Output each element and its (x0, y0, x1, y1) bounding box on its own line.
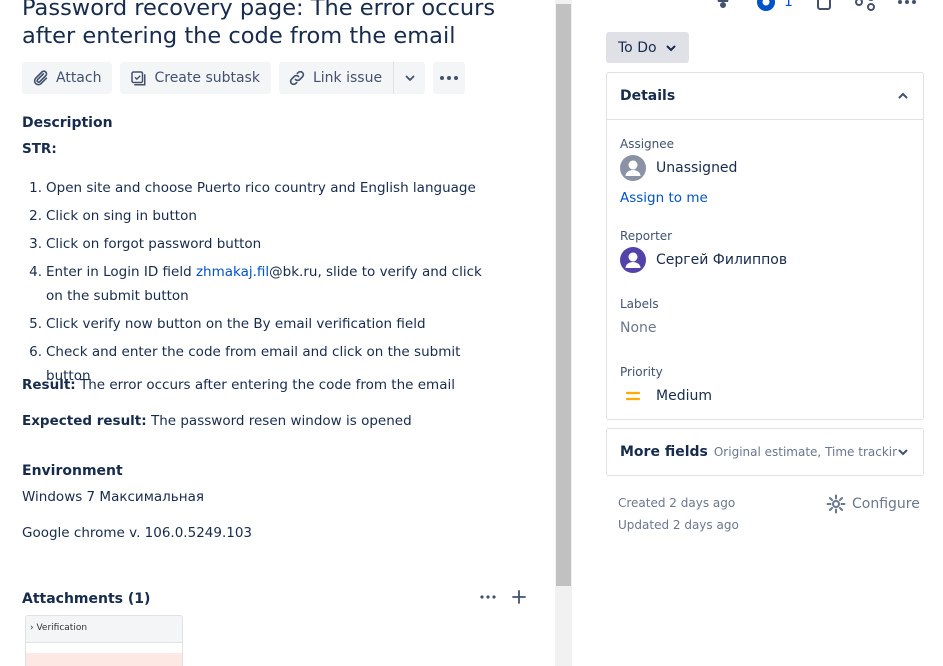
create-subtask-button[interactable]: Create subtask (120, 62, 271, 94)
issue-toolbar: Attach Create subtask Link issue (22, 62, 466, 94)
chevron-up-icon (898, 92, 908, 99)
str-label: STR: (22, 141, 57, 157)
list-item: 3. Click on forgot password button (29, 236, 262, 252)
chevron-down-icon (405, 75, 414, 82)
more-fields-subtitle: Original estimate, Time tracking, ... (713, 445, 897, 459)
chevron-down-icon (898, 449, 908, 456)
assign-to-me-link[interactable]: Assign to me (620, 190, 708, 206)
details-panel: Details Assignee Unassigned Assign to me… (606, 72, 924, 420)
reporter-value: Сергей Филиппов (656, 252, 788, 268)
steps-list: 1. Open site and choose Puerto rico count… (22, 176, 492, 392)
environment-line-2: Google chrome v. 106.0.5249.103 (22, 525, 253, 541)
watch-count: 1 (784, 0, 793, 10)
more-icon (440, 76, 459, 80)
user-icon (625, 160, 641, 176)
link-issue-dropdown-button[interactable] (393, 62, 426, 94)
configure-button[interactable]: Configure (826, 494, 920, 514)
priority-field[interactable]: Medium (620, 388, 712, 404)
more-actions-button[interactable] (433, 62, 466, 94)
configure-label: Configure (852, 496, 920, 512)
assignee-label: Assignee (620, 137, 675, 151)
list-item: 5. Click verify now button on the By emai… (29, 316, 426, 332)
more-fields-panel[interactable]: More fields Original estimate, Time trac… (606, 428, 924, 476)
share-icon[interactable] (815, 0, 833, 11)
user-icon (625, 252, 641, 268)
priority-label: Priority (620, 365, 663, 379)
labels-value[interactable]: None (620, 320, 657, 336)
issue-sidebar: 1 To Do Details Assignee Unassigned Assi… (572, 0, 943, 666)
list-item: 4. Enter in Login ID field zhmakaj.fil@bk… (29, 264, 482, 304)
reporter-field[interactable]: Сергей Филиппов (620, 247, 787, 273)
issue-title[interactable]: Password recovery page: The error occurs… (22, 0, 542, 50)
main-scrollbar-thumb[interactable] (556, 4, 571, 586)
notification-icon[interactable] (712, 0, 734, 12)
expected-result-line: Expected result: The password resen wind… (22, 413, 412, 429)
more-fields-title: More fields (620, 444, 708, 460)
status-dropdown[interactable]: To Do (606, 32, 689, 63)
avatar (620, 155, 646, 181)
thumbnail-caption: › Verification (26, 616, 182, 643)
attachments-actions (480, 590, 526, 604)
priority-medium-icon (625, 391, 641, 401)
add-icon[interactable] (512, 590, 526, 604)
link-issue-button[interactable]: Link issue (278, 62, 394, 94)
watch-button[interactable]: 1 (756, 0, 793, 12)
avatar (620, 247, 646, 273)
environment-heading: Environment (22, 463, 123, 479)
more-icon[interactable] (897, 0, 917, 5)
created-timestamp: Created 2 days ago (618, 496, 736, 510)
issue-main-panel: Password recovery page: The error occurs… (0, 0, 555, 666)
network-icon[interactable] (854, 0, 875, 11)
chevron-down-icon (666, 45, 676, 51)
link-icon (289, 70, 305, 86)
list-item: 2. Click on sing in button (29, 208, 197, 224)
environment-line-1: Windows 7 Максимальная (22, 489, 204, 505)
link-issue-group: Link issue (278, 62, 426, 94)
subtask-icon (131, 71, 146, 86)
more-icon[interactable] (480, 594, 496, 600)
result-line: Result: The error occurs after entering … (22, 377, 455, 393)
attach-label: Attach (56, 70, 102, 86)
updated-timestamp: Updated 2 days ago (618, 518, 739, 532)
attachments-heading: Attachments (1) (22, 591, 151, 607)
link-issue-label: Link issue (312, 70, 383, 86)
labels-label: Labels (620, 297, 659, 311)
list-item: 1. Open site and choose Puerto rico count… (29, 180, 476, 196)
priority-value: Medium (656, 388, 712, 404)
attach-button[interactable]: Attach (22, 62, 113, 94)
gear-icon (826, 494, 846, 514)
expected-result-label: Expected result: (22, 413, 147, 429)
details-header[interactable]: Details (607, 73, 923, 120)
assignee-field[interactable]: Unassigned (620, 155, 737, 181)
expected-result-text: The password resen window is opened (146, 413, 412, 429)
eye-icon (757, 0, 775, 11)
email-link[interactable]: zhmakaj.fil (196, 264, 269, 280)
thumbnail-content (26, 653, 182, 666)
assignee-value: Unassigned (656, 160, 738, 176)
details-title: Details (620, 88, 676, 104)
reporter-label: Reporter (620, 229, 673, 243)
paperclip-icon (33, 70, 48, 86)
create-subtask-label: Create subtask (154, 70, 260, 86)
status-label: To Do (618, 39, 657, 56)
result-text: The error occurs after entering the code… (75, 377, 455, 393)
attachment-thumbnail[interactable]: › Verification (25, 615, 183, 666)
result-label: Result: (22, 377, 76, 393)
description-heading: Description (22, 115, 113, 131)
header-actions: 1 (712, 0, 917, 12)
